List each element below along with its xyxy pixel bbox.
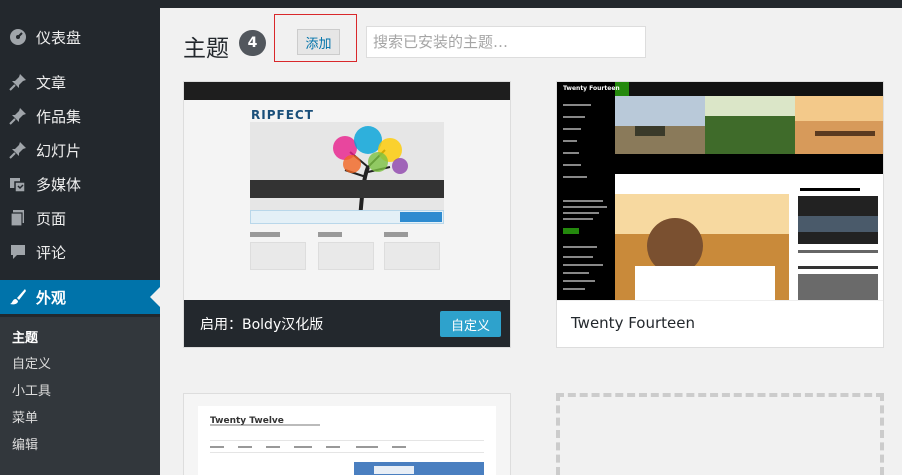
page-title: 主题 [183,36,229,62]
dashboard-icon [9,28,27,46]
pin-icon [9,73,27,91]
screenshot-site-title: Twenty Fourteen [563,85,620,92]
screenshot-banner [250,122,444,221]
add-new-theme-card[interactable] [556,393,884,475]
screenshot-col-heading [384,232,408,237]
menu-item-slides[interactable]: 幻灯片 [0,133,160,167]
admin-sidebar: 仪表盘 文章 作品集 幻灯片 多媒体 页面 评论 外观 主题 自定义 小工具 菜… [0,0,160,475]
menu-label: 幻灯片 [36,141,82,160]
menu-label: 外观 [36,288,67,307]
submenu-item-themes[interactable]: 主题 [12,327,38,346]
comment-icon [9,243,27,261]
page-icon [9,209,27,227]
theme-count-badge: 4 [239,30,266,56]
screenshot-strip-button [400,212,442,222]
menu-label: 评论 [36,243,67,262]
customize-button[interactable]: 自定义 [440,311,501,337]
theme-name: Twenty Fourteen [571,314,695,332]
screenshot-site-title: Twenty Twelve [210,416,284,426]
screenshot-sidebar [557,96,615,300]
screenshot-col-image [250,242,306,270]
menu-item-portfolio[interactable]: 作品集 [0,99,160,133]
theme-card-active[interactable]: RIPFECT 启用：Boldy汉化版 自定义 [183,81,511,348]
media-icon [9,175,27,193]
screenshot-topbar [184,82,510,100]
theme-card-twenty-fourteen[interactable]: Twenty Fourteen Twenty Fourteen [556,81,884,348]
menu-label: 多媒体 [36,175,82,194]
submenu-item-widgets[interactable]: 小工具 [12,380,51,399]
submenu-item-editor[interactable]: 编辑 [12,434,38,453]
menu-label: 作品集 [36,107,82,126]
screenshot-col-image [384,242,440,270]
theme-screenshot: Twenty Twelve [184,394,510,475]
menu-item-media[interactable]: 多媒体 [0,167,160,201]
menu-label: 页面 [36,209,67,228]
brush-icon [9,288,27,306]
menu-item-appearance[interactable]: 外观 [0,280,160,314]
search-themes-input[interactable] [366,26,646,58]
pin-icon [9,107,27,125]
active-theme-footer: 启用：Boldy汉化版 自定义 [184,300,510,347]
menu-label: 仪表盘 [36,28,82,47]
theme-card-footer: Twenty Fourteen [557,300,883,347]
theme-screenshot: RIPFECT [184,82,510,300]
appearance-submenu: 主题 自定义 小工具 菜单 编辑 [0,317,160,475]
menu-item-comments[interactable]: 评论 [0,235,160,269]
screenshot-caption-bar [250,180,444,198]
screenshot-col-heading [318,232,342,237]
screenshot-logo: RIPFECT [251,108,314,122]
menu-item-pages[interactable]: 页面 [0,201,160,235]
submenu-item-menus[interactable]: 菜单 [12,407,38,426]
screenshot-col-image [318,242,374,270]
theme-screenshot: Twenty Fourteen [557,82,883,300]
menu-item-posts[interactable]: 文章 [0,65,160,99]
menu-label: 文章 [36,73,67,92]
screenshot-nav [615,82,883,96]
menu-item-dashboard[interactable]: 仪表盘 [0,20,160,54]
theme-card-twenty-twelve[interactable]: Twenty Twelve [183,393,511,475]
submenu-item-customize[interactable]: 自定义 [12,353,51,372]
pin-icon [9,141,27,159]
screenshot-main [615,96,883,300]
add-theme-button[interactable]: 添加 [297,29,340,55]
active-theme-label: 启用：Boldy汉化版 [200,317,324,333]
screenshot-col-heading [250,232,280,237]
